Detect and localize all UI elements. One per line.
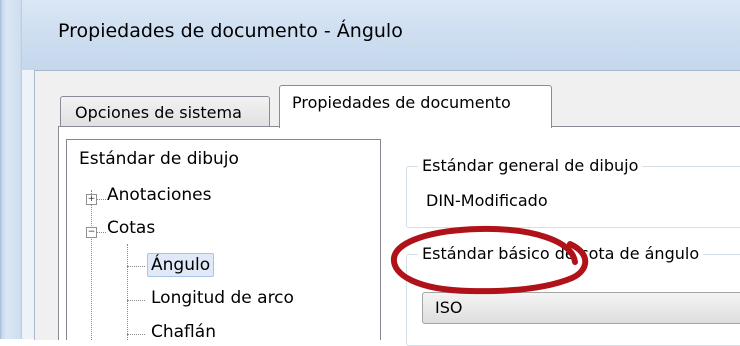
tree-line [127, 244, 128, 340]
collapse-minus-icon[interactable]: − [86, 227, 97, 238]
tree-line [127, 300, 145, 301]
tab-propiedades-de-documento[interactable]: Propiedades de documento [279, 85, 552, 128]
dialog-window: Propiedades de documento - Ángulo Opcion… [0, 0, 740, 346]
tree-item-cotas[interactable]: Cotas [107, 218, 155, 238]
tree-line [91, 190, 92, 340]
tree-item-estandar-de-dibujo[interactable]: Estándar de dibujo [79, 149, 239, 169]
angle-standard-label: Estándar básico de cota de ángulo [418, 244, 704, 263]
general-standard-value: DIN-Modificado [426, 191, 548, 210]
tree-item-longitud-de-arco[interactable]: Longitud de arco [151, 288, 294, 308]
tree-item-anotaciones[interactable]: Anotaciones [107, 185, 211, 205]
tree-item-angulo[interactable]: Ángulo [147, 253, 215, 277]
tab-label: Propiedades de documento [292, 93, 511, 112]
tab-label: Opciones de sistema [75, 103, 242, 122]
general-standard-label: Estándar general de dibujo [418, 156, 643, 175]
angle-standard-select[interactable]: ISO [422, 292, 740, 324]
window-title: Propiedades de documento - Ángulo [58, 20, 403, 42]
tree-line [96, 199, 106, 200]
window-frame-left [0, 0, 22, 339]
title-bar[interactable]: Propiedades de documento - Ángulo [22, 0, 740, 70]
expand-plus-icon[interactable]: + [86, 194, 97, 205]
settings-tree[interactable]: Estándar de dibujo + Anotaciones − Cotas… [66, 139, 381, 342]
tab-opciones-de-sistema[interactable]: Opciones de sistema [60, 96, 270, 127]
tree-item-chaflan[interactable]: Chaflán [151, 322, 216, 342]
tree-line [96, 232, 106, 233]
angle-standard-select-value: ISO [435, 298, 463, 317]
tree-line [127, 334, 145, 335]
tree-line [127, 266, 145, 267]
